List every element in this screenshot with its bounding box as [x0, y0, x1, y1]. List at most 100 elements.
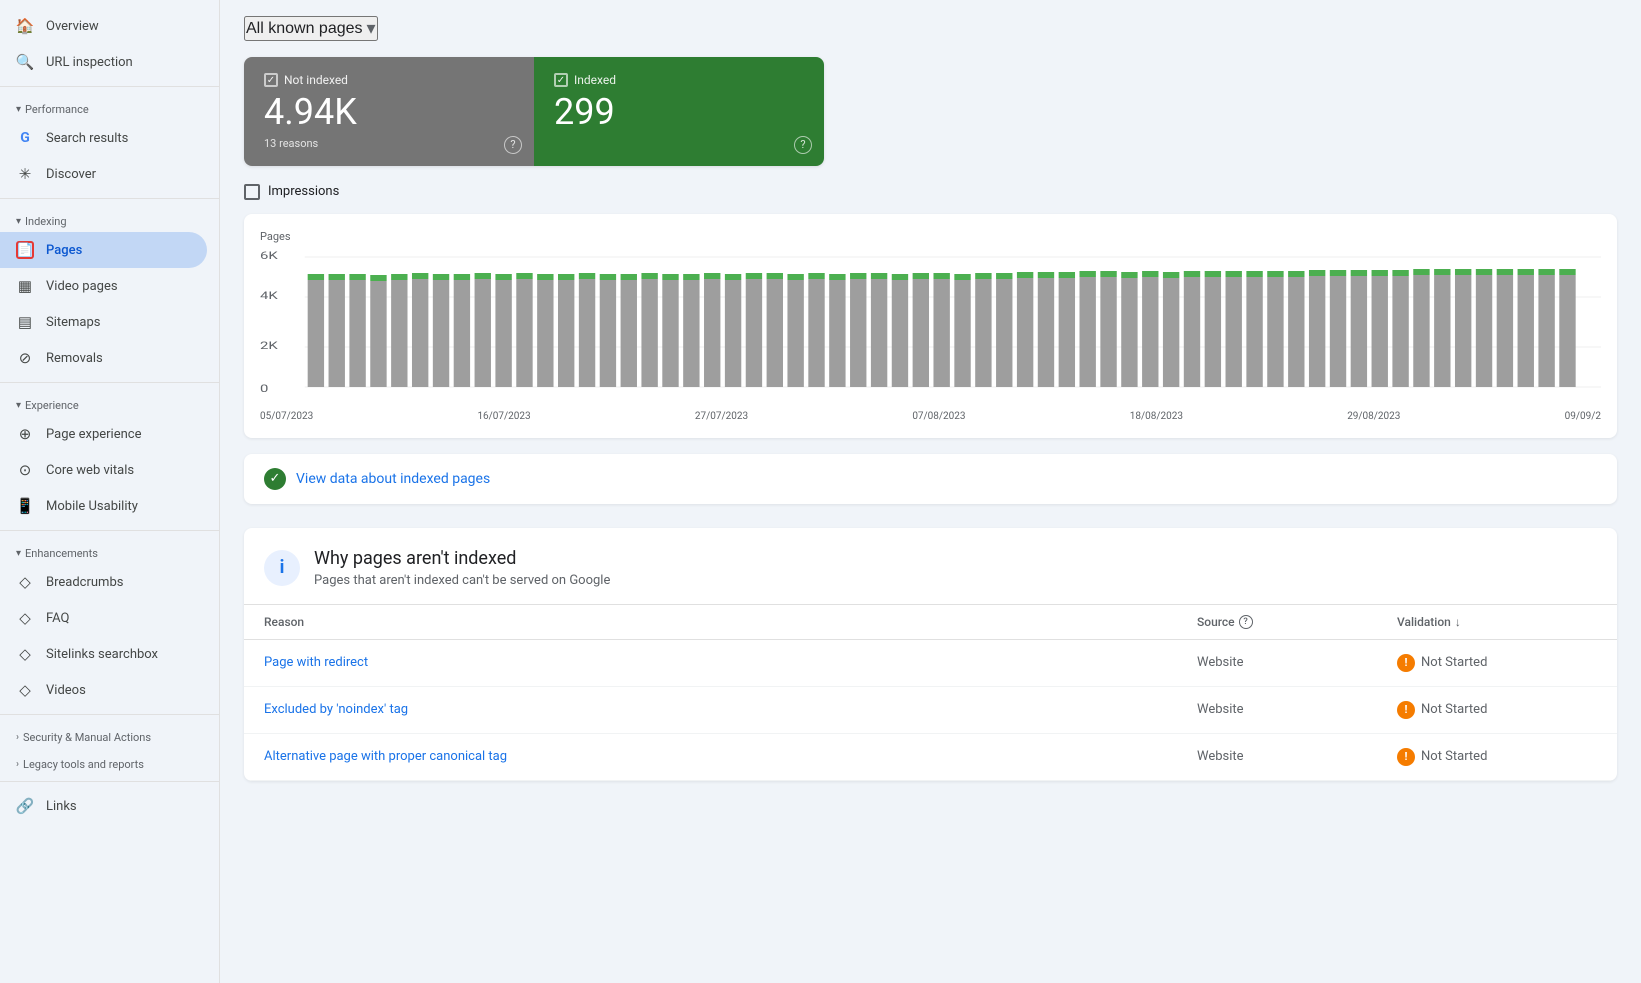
- chart-svg-wrapper: 6K 4K 2K 0: [260, 247, 1601, 407]
- not-indexed-subtitle: 13 reasons: [264, 137, 514, 150]
- not-indexed-help-icon[interactable]: ?: [504, 136, 522, 154]
- dropdown-label: All known pages: [246, 20, 363, 38]
- table-row[interactable]: Page with redirect Website ! Not Started: [244, 640, 1617, 687]
- sidebar-item-search-results[interactable]: G Search results: [0, 120, 207, 156]
- chevron-right-icon: ›: [16, 732, 19, 743]
- svg-text:4K: 4K: [260, 290, 278, 302]
- sidebar-item-label: Links: [46, 799, 77, 814]
- section-experience[interactable]: ▾ Experience: [0, 389, 219, 416]
- mobile-icon: 📱: [16, 497, 34, 515]
- sidebar-item-label: Core web vitals: [46, 463, 134, 478]
- chevron-down-icon: ▾: [16, 548, 21, 559]
- sidebar-item-videos[interactable]: ◇ Videos: [0, 672, 207, 708]
- divider: [0, 382, 219, 383]
- not-indexed-value: 4.94K: [264, 93, 514, 133]
- not-indexed-title: Why pages aren't indexed: [314, 548, 610, 569]
- indexed-checkbox[interactable]: [554, 73, 568, 87]
- warning-icon: !: [1397, 654, 1415, 672]
- section-enhancements[interactable]: ▾ Enhancements: [0, 537, 219, 564]
- divider: [0, 714, 219, 715]
- not-indexed-section: i Why pages aren't indexed Pages that ar…: [244, 528, 1617, 781]
- sidebar-item-label: Breadcrumbs: [46, 575, 123, 590]
- sidebar-item-removals[interactable]: ⊘ Removals: [0, 340, 207, 376]
- x-label-1: 16/07/2023: [477, 411, 530, 422]
- sidebar-item-video-pages[interactable]: ▦ Video pages: [0, 268, 207, 304]
- sidebar-item-sitemaps[interactable]: ▤ Sitemaps: [0, 304, 207, 340]
- section-performance[interactable]: ▾ Performance: [0, 93, 219, 120]
- view-indexed-data-link[interactable]: ✓ View data about indexed pages: [244, 454, 1617, 504]
- indexed-label: Indexed: [574, 73, 616, 87]
- sitemaps-icon: ▤: [16, 313, 34, 331]
- sidebar-item-mobile-usability[interactable]: 📱 Mobile Usability: [0, 488, 207, 524]
- section-legacy[interactable]: › Legacy tools and reports: [0, 748, 219, 775]
- sitelinks-icon: ◇: [16, 645, 34, 663]
- chevron-down-icon: ▾: [16, 400, 21, 411]
- sidebar-item-faq[interactable]: ◇ FAQ: [0, 600, 207, 636]
- not-indexed-checkbox[interactable]: [264, 73, 278, 87]
- sidebar-item-label: Search results: [46, 131, 128, 146]
- not-indexed-title-group: Why pages aren't indexed Pages that aren…: [314, 548, 610, 588]
- pages-icon: 📄: [16, 241, 34, 259]
- check-circle-icon: ✓: [264, 468, 286, 490]
- row-validation-0: ! Not Started: [1397, 654, 1597, 672]
- warning-icon: !: [1397, 748, 1415, 766]
- chevron-down-icon: ▾: [16, 216, 21, 227]
- main-content: All known pages ▾ Not indexed 4.94K 13 r…: [220, 0, 1641, 983]
- chevron-down-icon: ▾: [367, 18, 376, 39]
- sort-down-icon: ↓: [1455, 615, 1461, 629]
- info-icon: i: [264, 550, 300, 586]
- row-source-1: Website: [1197, 702, 1397, 717]
- sidebar-item-links[interactable]: 🔗 Links: [0, 788, 207, 824]
- sidebar-item-breadcrumbs[interactable]: ◇ Breadcrumbs: [0, 564, 207, 600]
- row-reason-0: Page with redirect: [264, 655, 1197, 670]
- sidebar-item-label: Page experience: [46, 427, 142, 442]
- table-row[interactable]: Excluded by 'noindex' tag Website ! Not …: [244, 687, 1617, 734]
- indexed-help-icon[interactable]: ?: [794, 136, 812, 154]
- core-web-vitals-icon: ⊙: [16, 461, 34, 479]
- sidebar-item-discover[interactable]: ✳ Discover: [0, 156, 207, 192]
- x-label-2: 27/07/2023: [695, 411, 748, 422]
- sidebar: 🏠 Overview 🔍 URL inspection ▾ Performanc…: [0, 0, 220, 983]
- x-label-0: 05/07/2023: [260, 411, 313, 422]
- row-validation-1: ! Not Started: [1397, 701, 1597, 719]
- warning-icon: !: [1397, 701, 1415, 719]
- not-indexed-card: Not indexed 4.94K 13 reasons ?: [244, 57, 534, 166]
- discover-icon: ✳: [16, 165, 34, 183]
- x-label-6: 09/09/2: [1565, 411, 1601, 422]
- sidebar-item-page-experience[interactable]: ⊕ Page experience: [0, 416, 207, 452]
- sidebar-item-url-inspection[interactable]: 🔍 URL inspection: [0, 44, 207, 80]
- index-status-cards: Not indexed 4.94K 13 reasons ? Indexed 2…: [244, 57, 824, 166]
- section-security[interactable]: › Security & Manual Actions: [0, 721, 219, 748]
- links-icon: 🔗: [16, 797, 34, 815]
- source-help-icon[interactable]: ?: [1239, 615, 1253, 629]
- table-row[interactable]: Alternative page with proper canonical t…: [244, 734, 1617, 781]
- sidebar-item-label: Sitemaps: [46, 315, 101, 330]
- row-source-2: Website: [1197, 749, 1397, 764]
- sidebar-item-label: FAQ: [46, 611, 69, 626]
- section-indexing[interactable]: ▾ Indexing: [0, 205, 219, 232]
- sidebar-item-label: Discover: [46, 167, 96, 182]
- sidebar-item-core-web-vitals[interactable]: ⊙ Core web vitals: [0, 452, 207, 488]
- sidebar-item-label: Pages: [46, 243, 82, 258]
- col-header-source: Source ?: [1197, 615, 1397, 629]
- divider: [0, 86, 219, 87]
- sidebar-item-label: Sitelinks searchbox: [46, 647, 158, 662]
- not-indexed-label: Not indexed: [284, 73, 348, 87]
- pages-dropdown[interactable]: All known pages ▾: [244, 16, 378, 41]
- svg-text:2K: 2K: [260, 340, 278, 352]
- not-indexed-header: i Why pages aren't indexed Pages that ar…: [244, 528, 1617, 605]
- x-label-4: 18/08/2023: [1130, 411, 1183, 422]
- chart-svg: 6K 4K 2K 0: [260, 247, 1601, 407]
- impressions-label: Impressions: [268, 184, 339, 199]
- not-indexed-subtitle: Pages that aren't indexed can't be serve…: [314, 573, 610, 588]
- sidebar-item-label: Removals: [46, 351, 103, 366]
- chevron-right-icon: ›: [16, 759, 19, 770]
- chevron-down-icon: ▾: [16, 104, 21, 115]
- pages-chart: Pages 6K 4K 2K 0: [244, 214, 1617, 438]
- impressions-checkbox[interactable]: [244, 184, 260, 200]
- sidebar-item-sitelinks-searchbox[interactable]: ◇ Sitelinks searchbox: [0, 636, 207, 672]
- table-header: Reason Source ? Validation ↓: [244, 605, 1617, 640]
- sidebar-item-pages[interactable]: 📄 Pages: [0, 232, 207, 268]
- sidebar-item-overview[interactable]: 🏠 Overview: [0, 8, 207, 44]
- chart-y-label: Pages: [260, 230, 1601, 243]
